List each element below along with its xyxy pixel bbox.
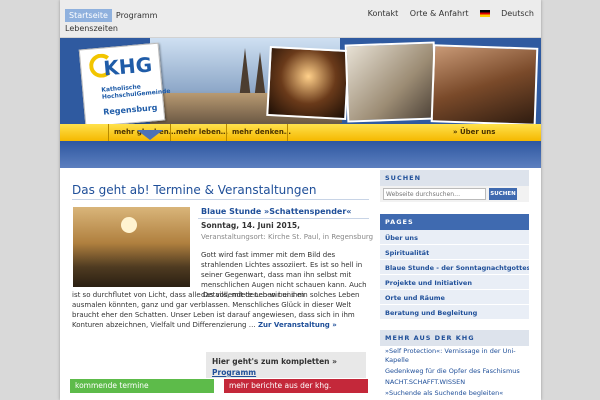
logo-subtitle: Katholische HochschulGemeinde bbox=[101, 83, 171, 101]
more-item-gedenkweg[interactable]: Gedenkweg für die Opfer des Faschismus bbox=[380, 366, 529, 377]
event-date: Sonntag, 14. Juni 2015, bbox=[201, 221, 300, 230]
event-teaser-image[interactable] bbox=[73, 207, 190, 287]
page: Startseite Programm Lebenszeiten Kontakt … bbox=[60, 0, 541, 400]
event-title-divider bbox=[198, 218, 369, 219]
pages-item-orte[interactable]: Orte und Räume bbox=[380, 290, 529, 305]
more-heading: MEHR AUS DER KHG bbox=[380, 330, 529, 346]
header-banner: KHG Katholische HochschulGemeinde Regens… bbox=[60, 38, 541, 168]
top-nav-left: Startseite Programm Lebenszeiten bbox=[65, 9, 205, 35]
search-button[interactable]: SUCHEN bbox=[489, 188, 517, 200]
more-reports-button[interactable]: mehr berichte aus der khg. bbox=[224, 379, 368, 393]
program-callout: Hier geht's zum kompletten » Programm » bbox=[206, 352, 366, 388]
pages-item-ueber-uns[interactable]: Über uns bbox=[380, 230, 529, 245]
nav-separator bbox=[170, 124, 171, 141]
pages-item-projekte[interactable]: Projekte und Initiativen bbox=[380, 275, 529, 290]
nav-separator bbox=[226, 124, 227, 141]
banner-blue-band bbox=[60, 141, 541, 168]
nav-separator bbox=[108, 124, 109, 141]
logo-abbr: KHG bbox=[102, 52, 154, 81]
sidebar-more: MEHR AUS DER KHG »Self Protection«: Vern… bbox=[380, 330, 529, 399]
reading-student-photo bbox=[344, 41, 438, 123]
german-flag-icon bbox=[480, 10, 491, 17]
sidebar-pages: PAGES Über uns Spiritualität Blaue Stund… bbox=[380, 214, 529, 320]
language-switcher[interactable]: Deutsch bbox=[480, 9, 534, 18]
main-navigation: mehr glauben… mehr leben… mehr denken… »… bbox=[60, 124, 541, 141]
event-more-link[interactable]: Zur Veranstaltung » bbox=[258, 321, 337, 329]
event-text-continued: ist so durchflutet von Licht, dass alle … bbox=[72, 290, 370, 330]
event-place: Veranstaltungsort: Kirche St. Paul, in R… bbox=[201, 233, 374, 241]
nav-home-link[interactable]: Startseite bbox=[65, 9, 112, 22]
nav-mehr-denken[interactable]: mehr denken… bbox=[232, 128, 291, 136]
nav-kontakt-link[interactable]: Kontakt bbox=[368, 9, 399, 18]
logo-city: Regensburg bbox=[102, 103, 158, 117]
callout-text: Hier geht's zum kompletten » bbox=[212, 357, 337, 366]
nav-mehr-leben[interactable]: mehr leben… bbox=[176, 128, 228, 136]
upcoming-events-button[interactable]: kommende termine bbox=[70, 379, 214, 393]
top-navigation: Startseite Programm Lebenszeiten Kontakt … bbox=[60, 0, 541, 38]
night-gathering-photo bbox=[266, 45, 350, 121]
search-heading: SUCHEN bbox=[380, 170, 529, 186]
pages-heading: PAGES bbox=[380, 214, 529, 230]
search-input[interactable] bbox=[383, 188, 486, 200]
khg-logo[interactable]: KHG Katholische HochschulGemeinde Regens… bbox=[78, 42, 171, 128]
nav-separator bbox=[287, 124, 288, 141]
more-item-suchende[interactable]: »Suchende als Suchende begleiten« bbox=[380, 388, 529, 399]
banner-pointer bbox=[137, 130, 163, 140]
pages-item-blaue-stunde[interactable]: Blaue Stunde - der Sonntagnachtgottesdie… bbox=[380, 260, 529, 275]
nav-ueber-uns[interactable]: » Über uns bbox=[453, 128, 495, 136]
students-group-photo bbox=[430, 44, 539, 126]
pages-item-spiritualitaet[interactable]: Spiritualität bbox=[380, 245, 529, 260]
page-title: Das geht ab! Termine & Veranstaltungen bbox=[72, 183, 369, 200]
nav-program-link[interactable]: Programm bbox=[116, 11, 158, 20]
language-label: Deutsch bbox=[501, 9, 534, 18]
program-link[interactable]: Programm bbox=[212, 368, 256, 377]
top-nav-right: Kontakt Orte & Anfahrt Deutsch bbox=[359, 9, 534, 18]
nav-orte-link[interactable]: Orte & Anfahrt bbox=[410, 9, 469, 18]
nav-lebenszeiten-link[interactable]: Lebenszeiten bbox=[65, 24, 118, 33]
more-item-self-protection[interactable]: »Self Protection«: Vernissage in der Uni… bbox=[380, 346, 529, 366]
pages-item-beratung[interactable]: Beratung und Begleitung bbox=[380, 305, 529, 320]
event-title[interactable]: Blaue Stunde »Schattenspender« bbox=[201, 207, 351, 216]
more-item-nacht-schafft-wissen[interactable]: NACHT.SCHAFFT.WISSEN bbox=[380, 377, 529, 388]
